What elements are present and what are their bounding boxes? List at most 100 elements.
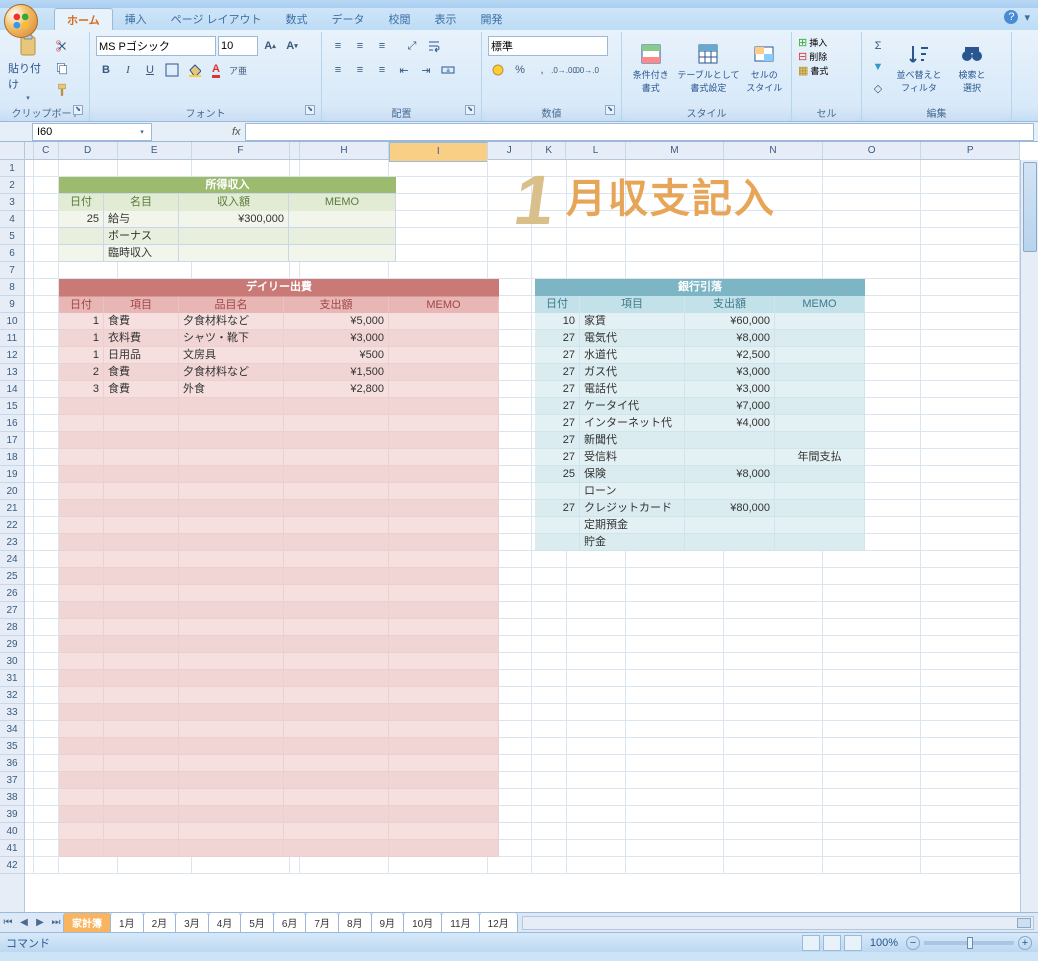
- sheet-tab[interactable]: 9月: [371, 913, 405, 933]
- row-header[interactable]: 22: [0, 517, 24, 534]
- table-row[interactable]: 27インターネット代¥4,000: [535, 415, 865, 432]
- column-header[interactable]: D: [59, 142, 118, 159]
- column-header[interactable]: [25, 142, 34, 159]
- table-row[interactable]: [59, 840, 499, 857]
- view-pagebreak-button[interactable]: [844, 935, 862, 951]
- column-header[interactable]: I: [389, 142, 488, 162]
- row-header[interactable]: 7: [0, 262, 24, 279]
- row-header[interactable]: 31: [0, 670, 24, 687]
- italic-button[interactable]: I: [118, 60, 138, 80]
- wrap-text-button[interactable]: [424, 36, 444, 56]
- sheet-tab[interactable]: 11月: [441, 913, 479, 933]
- table-row[interactable]: 3食費外食¥2,800: [59, 381, 499, 398]
- table-row[interactable]: [59, 738, 499, 755]
- row-header[interactable]: 41: [0, 840, 24, 857]
- increase-decimal-button[interactable]: .0→.00: [554, 60, 574, 80]
- row-header[interactable]: 18: [0, 449, 24, 466]
- dialog-launcher-icon[interactable]: ⬊: [305, 105, 315, 115]
- column-header[interactable]: L: [566, 142, 625, 159]
- format-cells-button[interactable]: ▦書式: [798, 64, 855, 77]
- sheet-tab[interactable]: 8月: [338, 913, 372, 933]
- sheet-tab[interactable]: 5月: [240, 913, 274, 933]
- table-row[interactable]: [59, 466, 499, 483]
- border-button[interactable]: [162, 60, 182, 80]
- increase-indent-button[interactable]: ⇥: [416, 60, 436, 80]
- table-row[interactable]: [59, 619, 499, 636]
- sort-filter-button[interactable]: 並べ替えと フィルタ: [892, 34, 946, 102]
- row-header[interactable]: 12: [0, 347, 24, 364]
- fill-button[interactable]: ▼: [868, 57, 888, 77]
- table-row[interactable]: [59, 670, 499, 687]
- table-row[interactable]: [59, 602, 499, 619]
- ribbon-tab[interactable]: 開発: [469, 8, 515, 30]
- table-row[interactable]: [59, 398, 499, 415]
- row-header[interactable]: 24: [0, 551, 24, 568]
- table-row[interactable]: [59, 789, 499, 806]
- table-row[interactable]: [59, 755, 499, 772]
- percent-button[interactable]: %: [510, 60, 530, 80]
- sheet-nav-first[interactable]: ⏮: [0, 915, 16, 931]
- name-box[interactable]: I60▾: [32, 123, 152, 141]
- table-row[interactable]: 貯金: [535, 534, 865, 551]
- number-format-select[interactable]: [488, 36, 608, 56]
- row-header[interactable]: 17: [0, 432, 24, 449]
- copy-button[interactable]: [52, 58, 72, 78]
- table-row[interactable]: ボーナス: [59, 228, 396, 245]
- table-row[interactable]: 25保険¥8,000: [535, 466, 865, 483]
- find-select-button[interactable]: 検索と 選択: [948, 34, 996, 102]
- align-left-button[interactable]: ≡: [328, 60, 348, 80]
- ribbon-tab[interactable]: 挿入: [113, 8, 159, 30]
- view-layout-button[interactable]: [823, 935, 841, 951]
- row-header[interactable]: 13: [0, 364, 24, 381]
- font-color-button[interactable]: A: [206, 60, 226, 80]
- ribbon-tab[interactable]: ホーム: [54, 8, 113, 30]
- table-row[interactable]: [59, 823, 499, 840]
- row-header[interactable]: 27: [0, 602, 24, 619]
- sheet-tab[interactable]: 10月: [403, 913, 442, 933]
- cell-styles-button[interactable]: セルの スタイル: [741, 34, 787, 102]
- zoom-slider-thumb[interactable]: [967, 937, 973, 949]
- help-icon[interactable]: ?: [1004, 10, 1018, 24]
- row-header[interactable]: 21: [0, 500, 24, 517]
- sheet-nav-next[interactable]: ▶: [32, 915, 48, 931]
- row-header[interactable]: 1: [0, 160, 24, 177]
- table-row[interactable]: [59, 449, 499, 466]
- align-center-button[interactable]: ≡: [350, 60, 370, 80]
- align-right-button[interactable]: ≡: [372, 60, 392, 80]
- row-header[interactable]: 14: [0, 381, 24, 398]
- table-row[interactable]: 27クレジットカード¥80,000: [535, 500, 865, 517]
- table-row[interactable]: [59, 806, 499, 823]
- table-row[interactable]: [59, 568, 499, 585]
- column-header[interactable]: H: [300, 142, 389, 159]
- table-row[interactable]: [59, 772, 499, 789]
- row-header[interactable]: 3: [0, 194, 24, 211]
- row-header[interactable]: 25: [0, 568, 24, 585]
- table-row[interactable]: 1日用品文房具¥500: [59, 347, 499, 364]
- table-row[interactable]: 1衣料費シャツ・靴下¥3,000: [59, 330, 499, 347]
- align-middle-button[interactable]: ≡: [350, 36, 370, 56]
- table-row[interactable]: [59, 534, 499, 551]
- table-row[interactable]: [59, 721, 499, 738]
- row-header[interactable]: 33: [0, 704, 24, 721]
- grow-font-button[interactable]: A▴: [260, 36, 280, 56]
- table-row[interactable]: [59, 415, 499, 432]
- row-header[interactable]: 16: [0, 415, 24, 432]
- column-header[interactable]: F: [192, 142, 291, 159]
- conditional-format-button[interactable]: 条件付き 書式: [626, 34, 675, 102]
- table-row[interactable]: 定期預金: [535, 517, 865, 534]
- row-header[interactable]: 8: [0, 279, 24, 296]
- column-header[interactable]: J: [488, 142, 532, 159]
- table-row[interactable]: [59, 432, 499, 449]
- view-normal-button[interactable]: [802, 935, 820, 951]
- sheet-nav-prev[interactable]: ◀: [16, 915, 32, 931]
- row-header[interactable]: 42: [0, 857, 24, 874]
- format-painter-button[interactable]: [52, 80, 72, 100]
- ribbon-tab[interactable]: ページ レイアウト: [159, 8, 274, 30]
- table-row[interactable]: [59, 551, 499, 568]
- table-row[interactable]: [59, 500, 499, 517]
- paste-button[interactable]: 貼り付け ▾: [8, 34, 48, 102]
- select-all-corner[interactable]: [0, 142, 25, 160]
- column-header[interactable]: [290, 142, 300, 159]
- sheet-tab[interactable]: 7月: [305, 913, 339, 933]
- row-header[interactable]: 4: [0, 211, 24, 228]
